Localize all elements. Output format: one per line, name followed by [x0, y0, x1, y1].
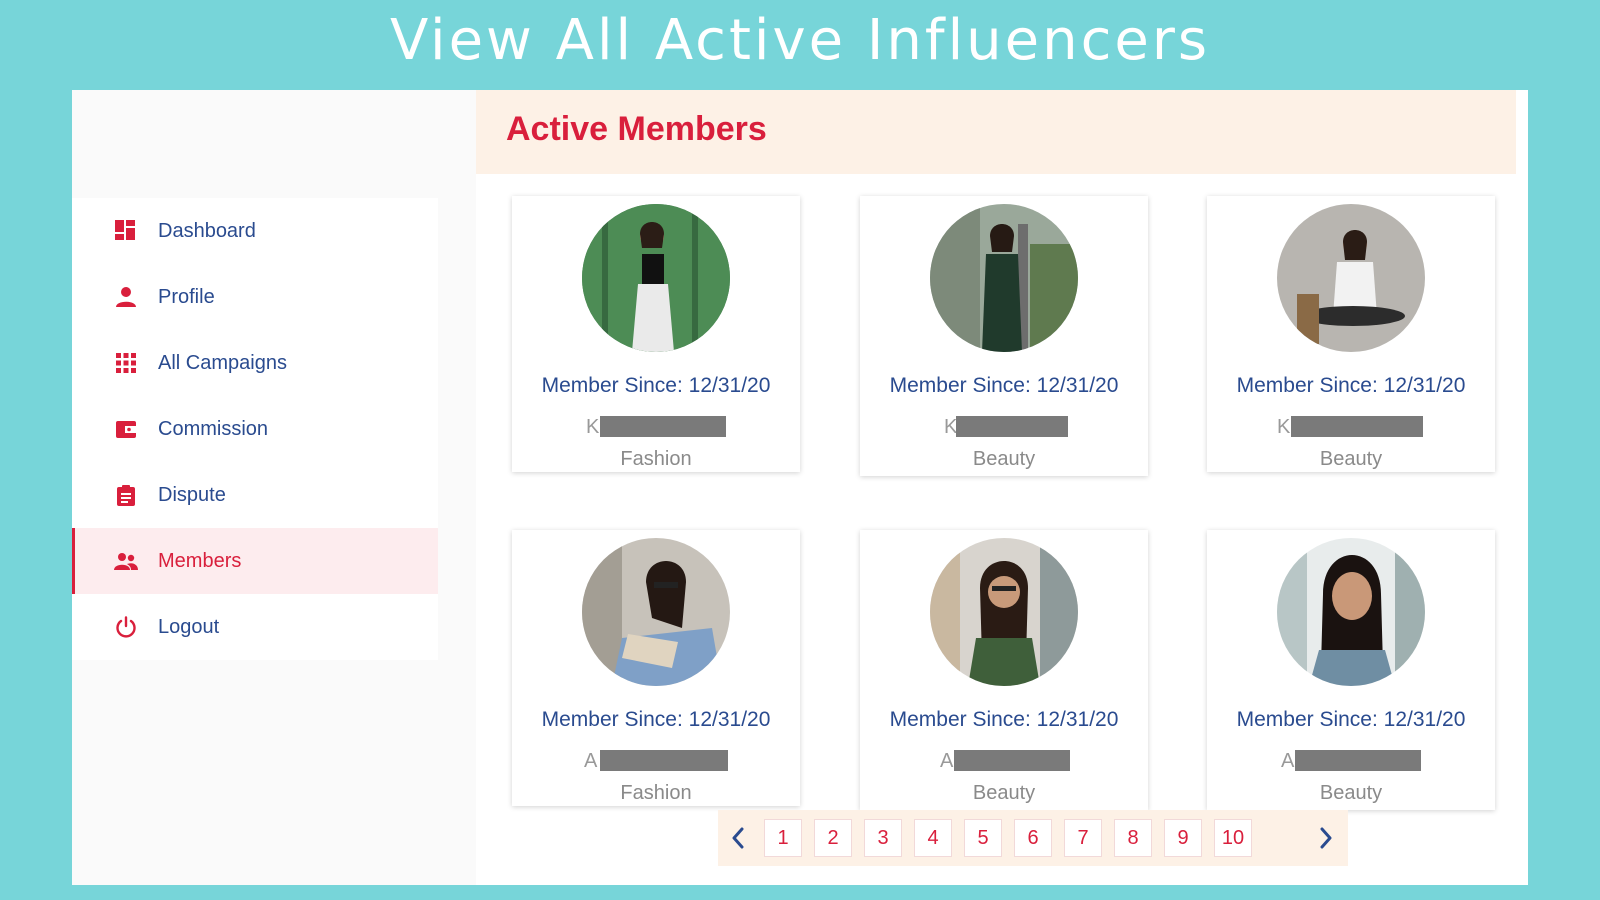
sidebar-item-label: Commission — [158, 417, 269, 440]
name-redaction-bar — [600, 750, 728, 771]
name-redaction-bar — [600, 416, 726, 437]
avatar — [1277, 538, 1425, 686]
page-button-3[interactable]: 3 — [864, 819, 902, 857]
member-card[interactable]: Member Since: 12/31/20 K Fashion — [512, 196, 800, 472]
sidebar-item-dispute[interactable]: Dispute — [72, 462, 438, 528]
wallet-icon — [114, 417, 138, 441]
app-window: Dashboard Profile All Campaigns Commissi… — [72, 90, 1528, 885]
avatar — [582, 538, 730, 686]
clipboard-icon — [114, 483, 138, 507]
avatar — [1277, 204, 1425, 352]
member-category: Beauty — [1319, 782, 1383, 804]
sidebar-item-label: Dashboard — [158, 219, 256, 242]
member-name-initial: K — [1277, 416, 1291, 438]
sidebar-item-dashboard[interactable]: Dashboard — [72, 198, 438, 264]
member-since-text: Member Since: 12/31/20 — [541, 708, 771, 731]
page-button-10[interactable]: 10 — [1214, 819, 1252, 857]
sidebar-item-all-campaigns[interactable]: All Campaigns — [72, 330, 438, 396]
member-name-initial: A — [584, 750, 598, 772]
page-button-7[interactable]: 7 — [1064, 819, 1102, 857]
chevron-right-icon[interactable] — [1306, 818, 1346, 858]
member-name-initial: A — [1281, 750, 1295, 772]
page-button-4[interactable]: 4 — [914, 819, 952, 857]
member-name-initial: A — [940, 750, 954, 772]
member-category: Beauty — [1319, 448, 1383, 470]
name-redaction-bar — [1291, 416, 1423, 437]
dashboard-icon — [114, 219, 138, 243]
member-name: A — [512, 750, 800, 772]
sidebar-item-label: Profile — [158, 285, 215, 308]
sidebar-item-members[interactable]: Members — [72, 528, 438, 594]
page-button-8[interactable]: 8 — [1114, 819, 1152, 857]
page-button-6[interactable]: 6 — [1014, 819, 1052, 857]
member-since-text: Member Since: 12/31/20 — [889, 708, 1119, 731]
avatar — [930, 204, 1078, 352]
chevron-left-icon[interactable] — [718, 818, 758, 858]
people-icon — [114, 549, 138, 573]
member-category: Beauty — [972, 782, 1036, 804]
name-redaction-bar — [954, 750, 1070, 771]
member-since-text: Member Since: 12/31/20 — [1236, 374, 1466, 397]
sidebar-item-label: Logout — [158, 615, 220, 638]
member-since-text: Member Since: 12/31/20 — [1236, 708, 1466, 731]
sidebar-item-commission[interactable]: Commission — [72, 396, 438, 462]
member-since-text: Member Since: 12/31/20 — [889, 374, 1119, 397]
sidebar-menu: Dashboard Profile All Campaigns Commissi… — [72, 198, 438, 660]
member-name: K — [1207, 416, 1495, 438]
member-name-initial: K — [586, 416, 600, 438]
name-redaction-bar — [956, 416, 1068, 437]
member-name: A — [1207, 750, 1495, 772]
member-name: K — [512, 416, 800, 438]
page-button-9[interactable]: 9 — [1164, 819, 1202, 857]
member-card[interactable]: Member Since: 12/31/20 K Beauty — [1207, 196, 1495, 472]
member-card[interactable]: Member Since: 12/31/20 K Beauty — [860, 196, 1148, 476]
page-button-5[interactable]: 5 — [964, 819, 1002, 857]
power-icon — [114, 615, 138, 639]
member-card[interactable]: Member Since: 12/31/20 A Beauty — [860, 530, 1148, 810]
content-header: Active Members — [476, 90, 1516, 174]
banner-title: View All Active Influencers — [389, 8, 1211, 73]
member-since-text: Member Since: 12/31/20 — [541, 374, 771, 397]
grid-icon — [114, 351, 138, 375]
member-category: Fashion — [620, 448, 692, 470]
page-title: Active Members — [506, 110, 767, 148]
avatar — [930, 538, 1078, 686]
member-category: Beauty — [972, 448, 1036, 470]
member-category: Fashion — [620, 782, 692, 804]
member-card[interactable]: Member Since: 12/31/20 A Fashion — [512, 530, 800, 806]
sidebar-item-label: Dispute — [158, 483, 226, 506]
sidebar-item-profile[interactable]: Profile — [72, 264, 438, 330]
name-redaction-bar — [1295, 750, 1421, 771]
member-name: K — [860, 416, 1148, 438]
content-panel: Active Members Member Since: 12/31/20 K … — [476, 90, 1528, 885]
page-button-1[interactable]: 1 — [764, 819, 802, 857]
member-card[interactable]: Member Since: 12/31/20 A Beauty — [1207, 530, 1495, 810]
sidebar-item-label: All Campaigns — [158, 351, 287, 374]
person-icon — [114, 285, 138, 309]
member-name: A — [860, 750, 1148, 772]
avatar — [582, 204, 730, 352]
sidebar-item-label: Members — [158, 549, 242, 572]
pagination: 1 2 3 4 5 6 7 8 9 10 — [718, 810, 1348, 866]
sidebar-item-logout[interactable]: Logout — [72, 594, 438, 660]
page-button-2[interactable]: 2 — [814, 819, 852, 857]
